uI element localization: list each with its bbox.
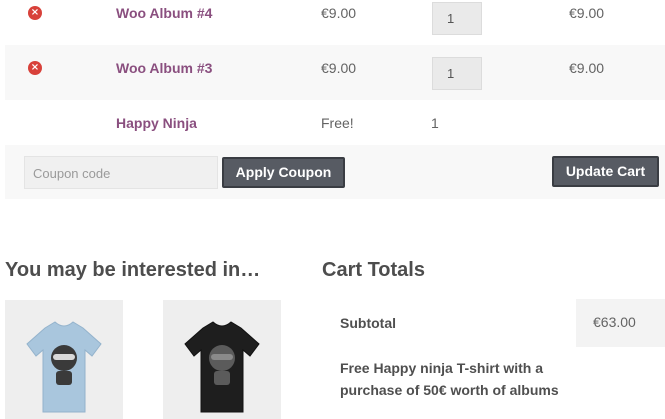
cart-row: × Woo Album #3 €9.00 1 €9.00 (5, 45, 665, 100)
cross-sells-title: You may be interested in… (5, 259, 261, 281)
update-cart-button[interactable]: Update Cart (552, 156, 659, 187)
product-link[interactable]: Woo Album #3 (116, 59, 212, 77)
ninja-mask (53, 354, 75, 360)
cart-totals-title: Cart Totals (322, 259, 425, 281)
apply-coupon-button[interactable]: Apply Coupon (222, 157, 345, 188)
quantity-input[interactable]: 1 (432, 57, 482, 90)
ninja-body (56, 371, 72, 385)
product-subtotal: €9.00 (569, 60, 605, 76)
product-price: €9.00 (321, 60, 357, 76)
tshirt-icon (184, 321, 260, 413)
cart-row: × Woo Album #4 €9.00 1 €9.00 (5, 0, 665, 45)
product-quantity: 1 (431, 115, 439, 131)
ninja-mask (211, 354, 233, 360)
product-price: €9.00 (321, 5, 357, 21)
product-thumbnail[interactable] (5, 300, 123, 419)
subtotal-cell: €63.00 (576, 299, 665, 347)
remove-item-icon[interactable]: × (28, 61, 42, 75)
product-link[interactable]: Woo Album #4 (116, 4, 212, 22)
product-price: Free! (321, 115, 354, 131)
remove-item-icon[interactable]: × (28, 6, 42, 20)
product-subtotal: €9.00 (569, 5, 605, 21)
promo-line-2: purchase of 50€ worth of albums (340, 382, 559, 398)
subtotal-value: €63.00 (593, 314, 636, 330)
coupon-code-input[interactable]: Coupon code (24, 156, 218, 189)
product-thumbnail[interactable] (163, 300, 281, 419)
product-link[interactable]: Happy Ninja (116, 114, 197, 132)
tshirt-icon (26, 321, 102, 413)
ninja-body (214, 371, 230, 385)
quantity-input[interactable]: 1 (432, 2, 482, 35)
subtotal-label: Subtotal (340, 315, 396, 331)
